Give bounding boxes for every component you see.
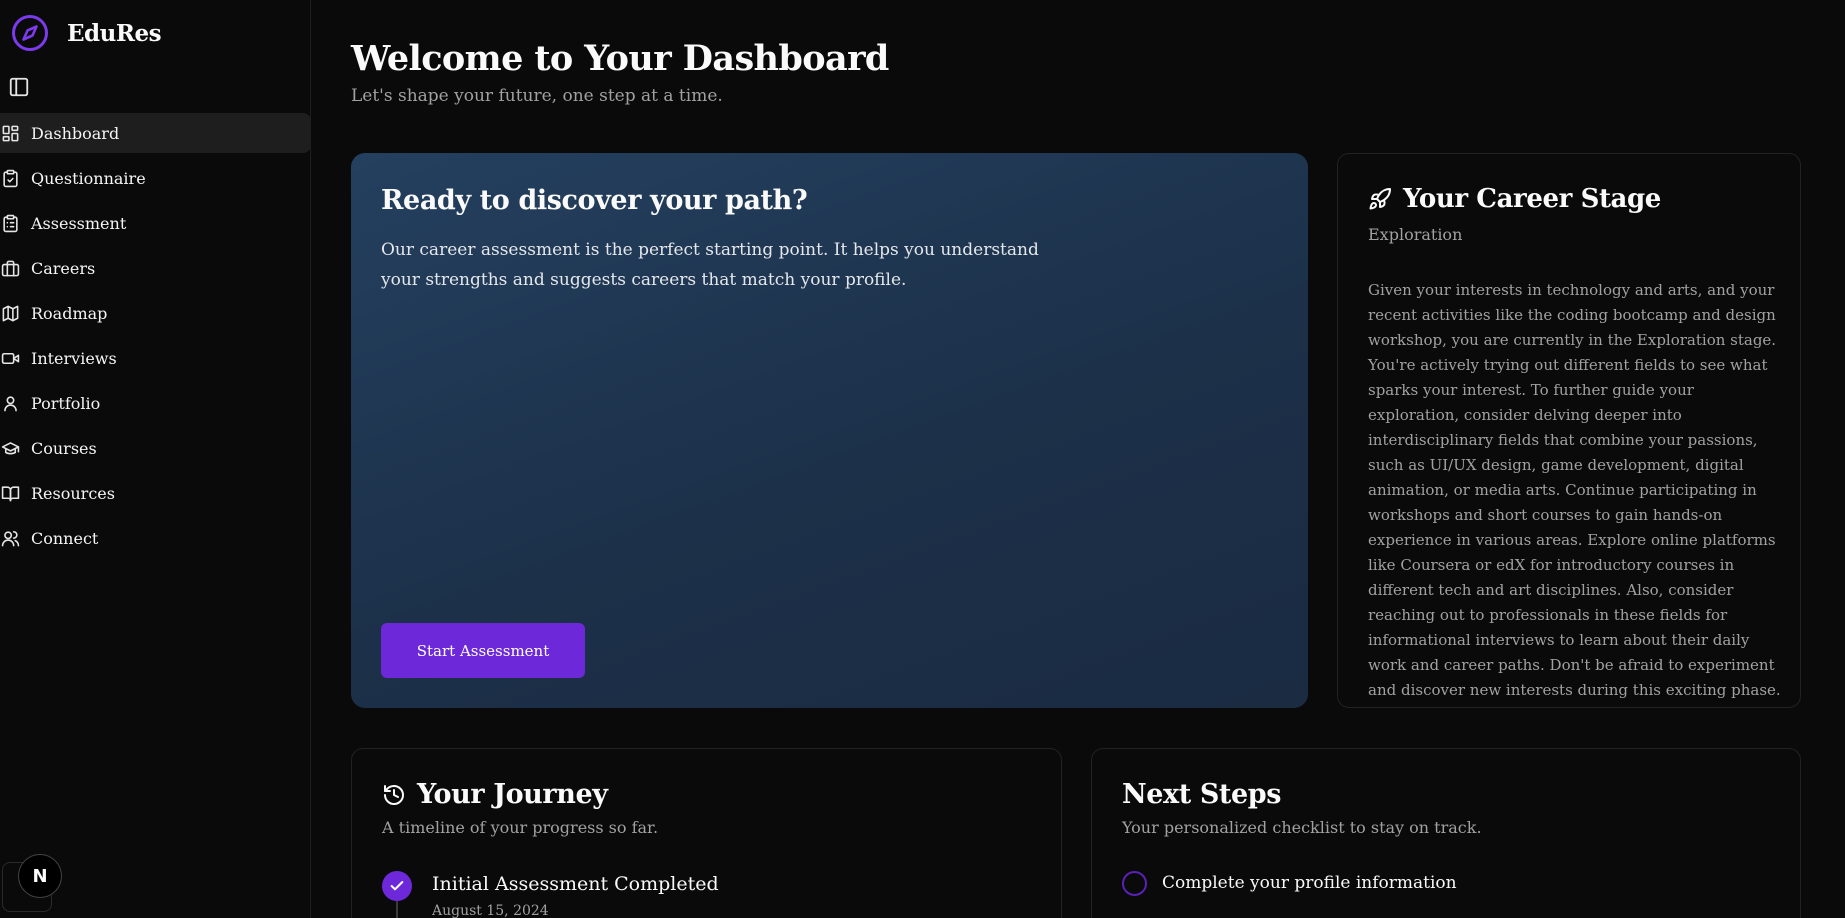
sidebar-item-courses[interactable]: Courses bbox=[0, 428, 311, 468]
compass-logo-icon bbox=[12, 15, 48, 51]
career-stage-description: Given your interests in technology and a… bbox=[1368, 281, 1781, 699]
sidebar-toggle-icon[interactable] bbox=[8, 76, 30, 98]
next-steps-card: Next Steps Your personalized checklist t… bbox=[1091, 748, 1801, 918]
hero-title: Ready to discover your path? bbox=[381, 185, 808, 216]
timeline-check-dot bbox=[382, 871, 412, 901]
main-content: Welcome to Your Dashboard Let's shape yo… bbox=[311, 0, 1845, 918]
sidebar-item-label: Resources bbox=[31, 483, 115, 503]
page-title: Welcome to Your Dashboard bbox=[351, 38, 889, 79]
sidebar-item-label: Careers bbox=[31, 258, 96, 278]
sidebar-item-label: Interviews bbox=[31, 348, 117, 368]
start-assessment-button[interactable]: Start Assessment bbox=[381, 623, 585, 678]
sidebar-item-label: Dashboard bbox=[31, 123, 120, 143]
users-icon bbox=[1, 530, 20, 546]
next-steps-title: Next Steps bbox=[1122, 779, 1282, 810]
page-subtitle: Let's shape your future, one step at a t… bbox=[351, 86, 723, 106]
sidebar-item-label: Assessment bbox=[31, 213, 127, 233]
timeline-item-title: Initial Assessment Completed bbox=[432, 873, 719, 895]
sidebar-item-questionnaire[interactable]: Questionnaire bbox=[0, 158, 311, 198]
dev-tools-badge[interactable]: N bbox=[18, 854, 62, 898]
career-stage-card: Your Career Stage Exploration Given your… bbox=[1337, 153, 1801, 708]
timeline-item-date: August 15, 2024 bbox=[432, 903, 549, 918]
map-icon bbox=[2, 305, 19, 321]
career-stage-name: Exploration bbox=[1368, 225, 1463, 244]
sidebar: EduRes Dashboard Questionnaire Assessmen… bbox=[0, 0, 311, 918]
app-root: EduRes Dashboard Questionnaire Assessmen… bbox=[0, 0, 1845, 918]
journey-title: Your Journey bbox=[417, 779, 608, 810]
brand-name: EduRes bbox=[67, 19, 162, 47]
clipboard-check-icon bbox=[3, 169, 18, 187]
journey-card: Your Journey A timeline of your progress… bbox=[351, 748, 1062, 918]
career-stage-title: Your Career Stage bbox=[1403, 184, 1661, 214]
sidebar-item-label: Connect bbox=[31, 528, 99, 548]
sidebar-item-careers[interactable]: Careers bbox=[0, 248, 311, 288]
rocket-icon bbox=[1369, 187, 1391, 210]
sidebar-item-label: Roadmap bbox=[31, 303, 108, 323]
next-steps-header: Next Steps bbox=[1122, 779, 1281, 810]
video-icon bbox=[1, 352, 20, 364]
sidebar-item-interviews[interactable]: Interviews bbox=[0, 338, 311, 378]
sidebar-item-label: Questionnaire bbox=[31, 168, 146, 188]
sidebar-item-resources[interactable]: Resources bbox=[0, 473, 311, 513]
sidebar-item-dashboard[interactable]: Dashboard bbox=[0, 113, 311, 153]
sidebar-item-roadmap[interactable]: Roadmap bbox=[0, 293, 311, 333]
layout-grid-icon bbox=[2, 125, 19, 141]
briefcase-icon bbox=[1, 260, 20, 276]
sidebar-item-label: Portfolio bbox=[31, 393, 101, 413]
timeline-line bbox=[396, 901, 398, 918]
next-steps-subtitle: Your personalized checklist to stay on t… bbox=[1122, 818, 1482, 837]
checklist-checkbox[interactable] bbox=[1122, 871, 1147, 896]
journey-header: Your Journey bbox=[382, 779, 608, 810]
checklist-item-label: Complete your profile information bbox=[1162, 873, 1457, 893]
sidebar-nav: Dashboard Questionnaire Assessment Caree… bbox=[0, 113, 311, 563]
hero-description: Our career assessment is the perfect sta… bbox=[381, 240, 1039, 290]
assessment-hero-card: Ready to discover your path? Our career … bbox=[351, 153, 1308, 708]
sidebar-item-portfolio[interactable]: Portfolio bbox=[0, 383, 311, 423]
journey-subtitle: A timeline of your progress so far. bbox=[382, 818, 659, 837]
brand[interactable]: EduRes bbox=[11, 14, 162, 52]
user-icon bbox=[4, 395, 17, 411]
career-stage-header: Your Career Stage bbox=[1368, 184, 1661, 214]
history-icon bbox=[384, 784, 404, 805]
sidebar-item-label: Courses bbox=[31, 438, 97, 458]
graduation-cap-icon bbox=[1, 441, 20, 454]
clipboard-list-icon bbox=[3, 214, 18, 232]
book-open-icon bbox=[1, 485, 20, 501]
sidebar-item-assessment[interactable]: Assessment bbox=[0, 203, 311, 243]
sidebar-item-connect[interactable]: Connect bbox=[0, 518, 311, 558]
check-icon bbox=[390, 881, 404, 891]
